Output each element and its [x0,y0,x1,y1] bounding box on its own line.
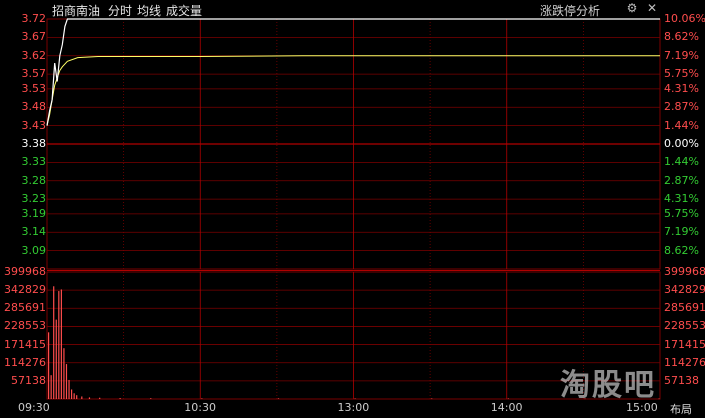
volume-tick-label-right: 342829 [664,283,705,297]
price-tick-label: 3.14 [21,225,47,239]
volume-tick-label-left: 285691 [4,301,46,315]
stock-name: 招商南油 [52,4,101,18]
time-tick-label: 10:30 [184,401,216,414]
volume-tick-label-left: 171415 [4,337,46,351]
pct-tick-label: 5.75% [664,67,699,81]
volume-bar [60,289,62,399]
volume-bar [68,379,70,399]
volume-tick-label-left: 57138 [11,373,46,387]
volume-bar [507,398,509,400]
mode-label[interactable]: 分时 [108,2,132,19]
price-tick-label: 3.53 [21,81,47,95]
volume-bar [277,398,280,399]
price-tick-label: 3.09 [21,243,47,257]
volume-bar [88,397,91,399]
price-tick-label: 3.33 [21,155,47,169]
pct-tick-label: 10.06% [664,12,705,25]
volume-bar [70,389,73,399]
volume-bar [99,397,101,399]
volume-bar [658,398,660,400]
volume-tick-label-left: 228553 [4,319,46,333]
price-tick-label: 3.38 [21,137,47,150]
pct-tick-label: 2.87% [664,173,699,187]
close-icon[interactable]: ✕ [645,1,659,15]
volume-bar [150,398,152,399]
pct-tick-label: 8.62% [664,30,699,44]
pct-tick-label: 4.31% [664,192,699,206]
pct-tick-label: 2.87% [664,100,699,114]
volume-tick-label-left: 342829 [4,283,46,297]
pct-tick-label: 7.19% [664,225,699,239]
volume-bar [76,395,78,399]
price-tick-label: 3.62 [21,48,47,62]
layout-button[interactable]: 布局 [670,401,692,417]
volume-tick-label-left: 114276 [4,355,46,369]
volume-bar [63,348,65,399]
pct-tick-label: 0.00% [664,137,699,150]
price-tick-label: 3.19 [21,206,47,220]
volume-tick-label-right: 171415 [664,337,705,351]
price-tick-label: 3.43 [21,118,47,132]
limit-analysis-button[interactable]: 涨跌停分析 [540,2,600,19]
pct-tick-label: 5.75% [664,206,699,220]
price-tick-label: 3.28 [21,173,47,187]
price-tick-label: 3.48 [21,100,47,114]
volume-bar [55,319,57,399]
volume-bar [48,332,50,399]
pct-tick-label: 8.62% [664,243,699,257]
volume-tick-label-right: 399968 [664,265,705,278]
time-tick-label: 13:00 [337,401,370,414]
price-tick-label: 3.72 [21,12,47,25]
volume-tick-label-right: 285691 [664,301,705,315]
volume-bar [119,398,121,399]
watermark: 淘股吧 [560,368,656,403]
volume-bar [50,375,52,399]
volume-tick-label-right: 228553 [664,319,705,333]
volume-tick-label-left: 399968 [4,265,46,278]
volume-bar [53,286,55,399]
volume-bar [73,393,75,399]
volume-tick-label-right: 57138 [664,373,699,387]
time-tick-label: 09:30 [18,401,50,414]
intraday-chart[interactable] [0,0,705,418]
volume-bar [354,398,356,400]
price-tick-label: 3.57 [21,67,47,81]
volume-tick-label-right: 114276 [664,355,705,369]
volume-bar [81,396,83,399]
pct-tick-label: 1.44% [664,155,699,169]
volume-bar [201,398,203,399]
price-tick-label: 3.23 [21,192,47,206]
volume-label[interactable]: 成交量 [166,2,202,19]
price-tick-label: 3.67 [21,30,47,44]
time-tick-label: 14:00 [490,401,523,414]
pct-tick-label: 4.31% [664,81,699,95]
pct-tick-label: 1.44% [664,118,699,132]
avg-line-label[interactable]: 均线 [137,2,161,19]
volume-bar [58,291,60,399]
volume-bar [431,398,433,400]
gear-icon[interactable]: ⚙ [625,1,639,15]
volume-bar [65,364,68,399]
pct-tick-label: 7.19% [664,48,699,62]
